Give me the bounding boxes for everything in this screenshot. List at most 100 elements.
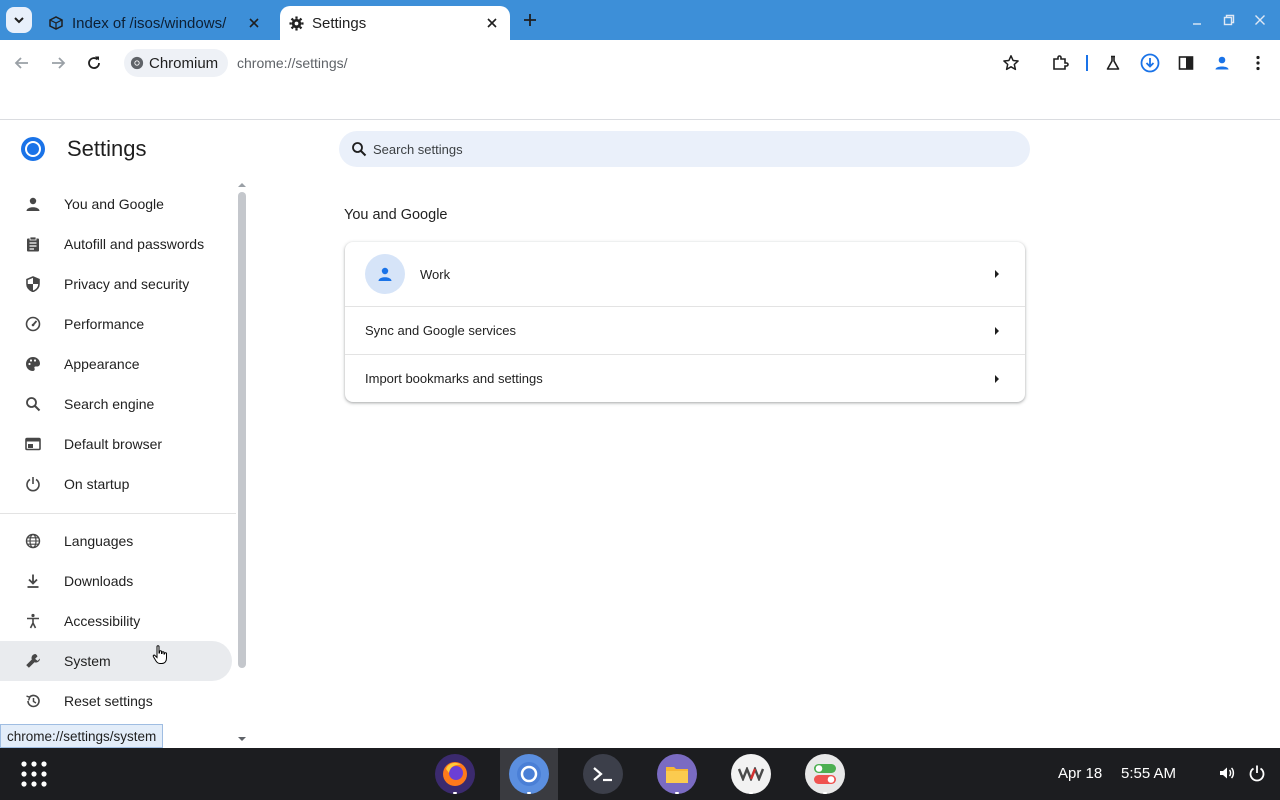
you-and-google-card: Work Sync and Google services Import boo… (345, 242, 1025, 402)
arrow-right-icon (995, 375, 999, 383)
puzzle-icon (1053, 55, 1069, 70)
sidebar-item-search-engine[interactable]: Search engine (0, 384, 232, 424)
settings-search[interactable] (339, 131, 1030, 167)
import-row[interactable]: Import bookmarks and settings (345, 355, 1025, 402)
browser-window-icon (24, 435, 42, 453)
accessibility-icon (24, 612, 42, 630)
scroll-down-icon[interactable] (238, 735, 246, 743)
site-info-chip[interactable]: Chromium (124, 49, 229, 77)
url-text[interactable]: chrome://settings/ (237, 55, 348, 71)
close-icon[interactable] (484, 15, 500, 31)
sync-row[interactable]: Sync and Google services (345, 307, 1025, 354)
tab-settings[interactable]: Settings (280, 6, 510, 40)
chromium-logo-icon (21, 137, 45, 161)
palette-icon (24, 355, 42, 373)
search-input[interactable] (373, 141, 973, 157)
browser-toolbar: Chromium chrome://settings/ (0, 40, 1280, 86)
omnibox[interactable]: Chromium chrome://settings/ (120, 45, 1034, 81)
download-icon (24, 572, 42, 590)
minimize-icon (1193, 23, 1201, 25)
restore-icon (1223, 14, 1235, 26)
gear-icon (288, 15, 304, 31)
tab-index-isos[interactable]: Index of /isos/windows/ (40, 6, 272, 40)
toolbar-divider (1086, 55, 1088, 71)
sidebar-item-label: Autofill and passwords (64, 236, 205, 252)
downloads-button[interactable] (1139, 52, 1161, 74)
wrench-icon (24, 652, 42, 670)
sidebar-scrollbar[interactable] (236, 178, 248, 748)
running-indicator (823, 792, 827, 794)
section-title: You and Google (344, 207, 448, 223)
scrollbar-thumb[interactable] (238, 192, 246, 668)
app-launcher-icon[interactable] (20, 760, 48, 788)
sidebar-item-label: On startup (64, 476, 130, 492)
tab-search-button[interactable] (6, 7, 32, 33)
chromium-logo-icon (130, 56, 144, 70)
sidebar-item-label: Downloads (64, 573, 134, 589)
sidebar-item-appearance[interactable]: Appearance (0, 344, 232, 384)
bookmark-bar (0, 86, 1280, 120)
forward-button[interactable] (47, 52, 69, 74)
person-icon (1215, 56, 1229, 70)
arrow-right-icon (995, 270, 999, 278)
plus-icon (524, 14, 536, 26)
sidebar-item-performance[interactable]: Performance (0, 304, 232, 344)
volume-icon[interactable] (1218, 764, 1236, 782)
sidebar-item-accessibility[interactable]: Accessibility (0, 601, 232, 641)
toggle-settings-icon[interactable] (805, 754, 845, 794)
sidebar-item-system[interactable]: System (0, 641, 232, 681)
close-icon[interactable] (246, 15, 262, 31)
sidebar-item-label: Reset settings (64, 693, 153, 709)
bookmark-star-button[interactable] (1002, 54, 1020, 77)
sidebar-item-privacy[interactable]: Privacy and security (0, 264, 232, 304)
arrow-right-icon (52, 57, 66, 69)
sidebar-item-autofill[interactable]: Autofill and passwords (0, 224, 232, 264)
tray-date[interactable]: Apr 18 (1058, 765, 1102, 782)
sidebar-item-you-and-google[interactable]: You and Google (0, 184, 232, 224)
sidebar-item-label: Performance (64, 316, 145, 332)
page-title: Settings (67, 136, 147, 161)
running-indicator (749, 792, 753, 794)
sidebar-item-reset[interactable]: Reset settings (0, 681, 232, 721)
minimize-button[interactable] (1189, 12, 1205, 28)
folder-cloud-icon (48, 15, 64, 31)
sidebar-item-on-startup[interactable]: On startup (0, 464, 232, 504)
tray-clock[interactable]: 5:55 AM (1121, 765, 1176, 782)
star-icon (1003, 55, 1019, 71)
extensions-button[interactable] (1049, 52, 1071, 74)
terminal-icon[interactable] (583, 754, 623, 794)
search-icon (24, 395, 42, 413)
tab-title: Settings (312, 14, 367, 32)
search-icon (352, 142, 367, 157)
chevron-down-icon (14, 17, 24, 24)
sidebar-item-downloads[interactable]: Downloads (0, 561, 232, 601)
new-tab-button[interactable] (520, 10, 540, 30)
chromium-icon[interactable] (509, 754, 549, 794)
files-icon[interactable] (657, 754, 697, 794)
sidebar-divider (0, 513, 236, 514)
power-icon[interactable] (1248, 764, 1266, 782)
sidebar-item-languages[interactable]: Languages (0, 521, 232, 561)
labs-button[interactable] (1102, 52, 1124, 74)
shield-icon (24, 275, 42, 293)
avatar (365, 254, 405, 294)
close-window-button[interactable] (1252, 12, 1268, 28)
scroll-up-icon[interactable] (238, 181, 246, 189)
menu-button[interactable] (1247, 52, 1269, 74)
sidebar-item-label: System (64, 653, 111, 669)
reload-button[interactable] (83, 52, 105, 74)
running-indicator (453, 792, 457, 794)
vm-icon[interactable] (731, 754, 771, 794)
sidebar-item-label: Languages (64, 533, 134, 549)
firefox-icon[interactable] (435, 754, 475, 794)
side-panel-button[interactable] (1175, 52, 1197, 74)
sidebar-item-default-browser[interactable]: Default browser (0, 424, 232, 464)
sidebar-item-label: Appearance (64, 356, 140, 372)
profile-row[interactable]: Work (345, 242, 1025, 306)
sidebar-item-label: Privacy and security (64, 276, 190, 292)
more-vert-icon (1256, 55, 1260, 71)
person-icon (24, 195, 42, 213)
profile-button[interactable] (1211, 52, 1233, 74)
back-button[interactable] (11, 52, 33, 74)
restore-button[interactable] (1221, 12, 1237, 28)
